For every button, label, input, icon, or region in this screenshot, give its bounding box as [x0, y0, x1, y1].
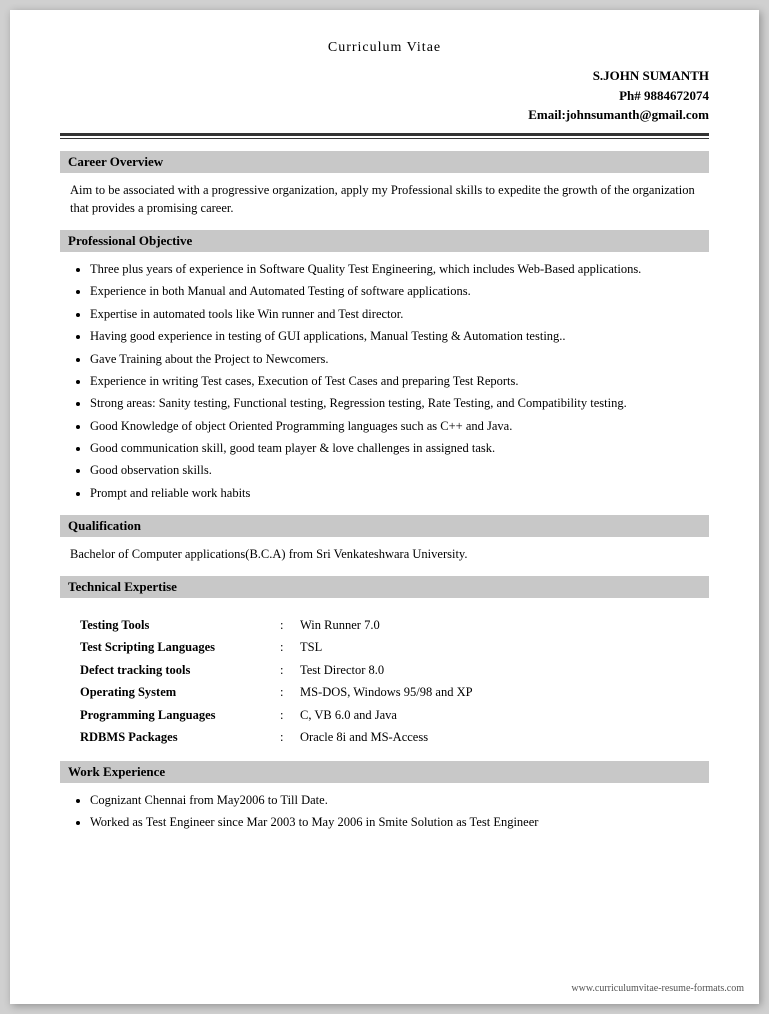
tech-value: MS-DOS, Windows 95/98 and XP — [300, 681, 709, 704]
tech-label: Operating System — [80, 681, 280, 704]
list-item: Having good experience in testing of GUI… — [90, 327, 709, 346]
table-row: Operating System: MS-DOS, Windows 95/98 … — [80, 681, 709, 704]
tech-colon: : — [280, 726, 300, 749]
tech-label: Defect tracking tools — [80, 659, 280, 682]
tech-label: RDBMS Packages — [80, 726, 280, 749]
list-item: Worked as Test Engineer since Mar 2003 t… — [90, 813, 709, 832]
tech-label: Testing Tools — [80, 614, 280, 637]
list-item: Good Knowledge of object Oriented Progra… — [90, 417, 709, 436]
table-row: Test Scripting Languages: TSL — [80, 636, 709, 659]
professional-objective-header: Professional Objective — [60, 230, 709, 252]
list-item: Three plus years of experience in Softwa… — [90, 260, 709, 279]
tech-label: Test Scripting Languages — [80, 636, 280, 659]
technical-expertise-table: Testing Tools: Win Runner 7.0Test Script… — [60, 606, 709, 749]
resume-page: Curriculum Vitae S.JOHN SUMANTH Ph# 9884… — [10, 10, 759, 1004]
tech-colon: : — [280, 614, 300, 637]
qualification-header: Qualification — [60, 515, 709, 537]
tech-label: Programming Languages — [80, 704, 280, 727]
tech-value: Oracle 8i and MS-Access — [300, 726, 709, 749]
watermark: www.curriculumvitae-resume-formats.com — [571, 983, 744, 994]
tech-colon: : — [280, 659, 300, 682]
list-item: Prompt and reliable work habits — [90, 484, 709, 503]
table-row: Programming Languages: C, VB 6.0 and Jav… — [80, 704, 709, 727]
career-overview-content: Aim to be associated with a progressive … — [60, 181, 709, 219]
thin-divider — [60, 138, 709, 139]
work-experience-header: Work Experience — [60, 761, 709, 783]
tech-value: Test Director 8.0 — [300, 659, 709, 682]
list-item: Good observation skills. — [90, 461, 709, 480]
list-item: Experience in writing Test cases, Execut… — [90, 372, 709, 391]
list-item: Strong areas: Sanity testing, Functional… — [90, 394, 709, 413]
tech-value: Win Runner 7.0 — [300, 614, 709, 637]
table-row: RDBMS Packages: Oracle 8i and MS-Access — [80, 726, 709, 749]
tech-value: C, VB 6.0 and Java — [300, 704, 709, 727]
technical-expertise-header: Technical Expertise — [60, 576, 709, 598]
tech-colon: : — [280, 636, 300, 659]
list-item: Good communication skill, good team play… — [90, 439, 709, 458]
work-experience-list: Cognizant Chennai from May2006 to Till D… — [60, 791, 709, 833]
candidate-phone: Ph# 9884672074 — [60, 86, 709, 106]
candidate-name: S.JOHN SUMANTH — [60, 66, 709, 86]
tech-value: TSL — [300, 636, 709, 659]
thick-divider — [60, 133, 709, 136]
cv-title-block: Curriculum Vitae — [60, 40, 709, 56]
table-row: Defect tracking tools: Test Director 8.0 — [80, 659, 709, 682]
list-item: Experience in both Manual and Automated … — [90, 282, 709, 301]
tech-colon: : — [280, 704, 300, 727]
professional-objective-list: Three plus years of experience in Softwa… — [60, 260, 709, 503]
qualification-content: Bachelor of Computer applications(B.C.A)… — [60, 545, 709, 564]
list-item: Expertise in automated tools like Win ru… — [90, 305, 709, 324]
cv-title: Curriculum Vitae — [60, 40, 709, 56]
contact-block: S.JOHN SUMANTH Ph# 9884672074 Email:john… — [60, 66, 709, 125]
tech-colon: : — [280, 681, 300, 704]
list-item: Cognizant Chennai from May2006 to Till D… — [90, 791, 709, 810]
candidate-email: Email:johnsumanth@gmail.com — [60, 105, 709, 125]
list-item: Gave Training about the Project to Newco… — [90, 350, 709, 369]
career-overview-header: Career Overview — [60, 151, 709, 173]
table-row: Testing Tools: Win Runner 7.0 — [80, 614, 709, 637]
